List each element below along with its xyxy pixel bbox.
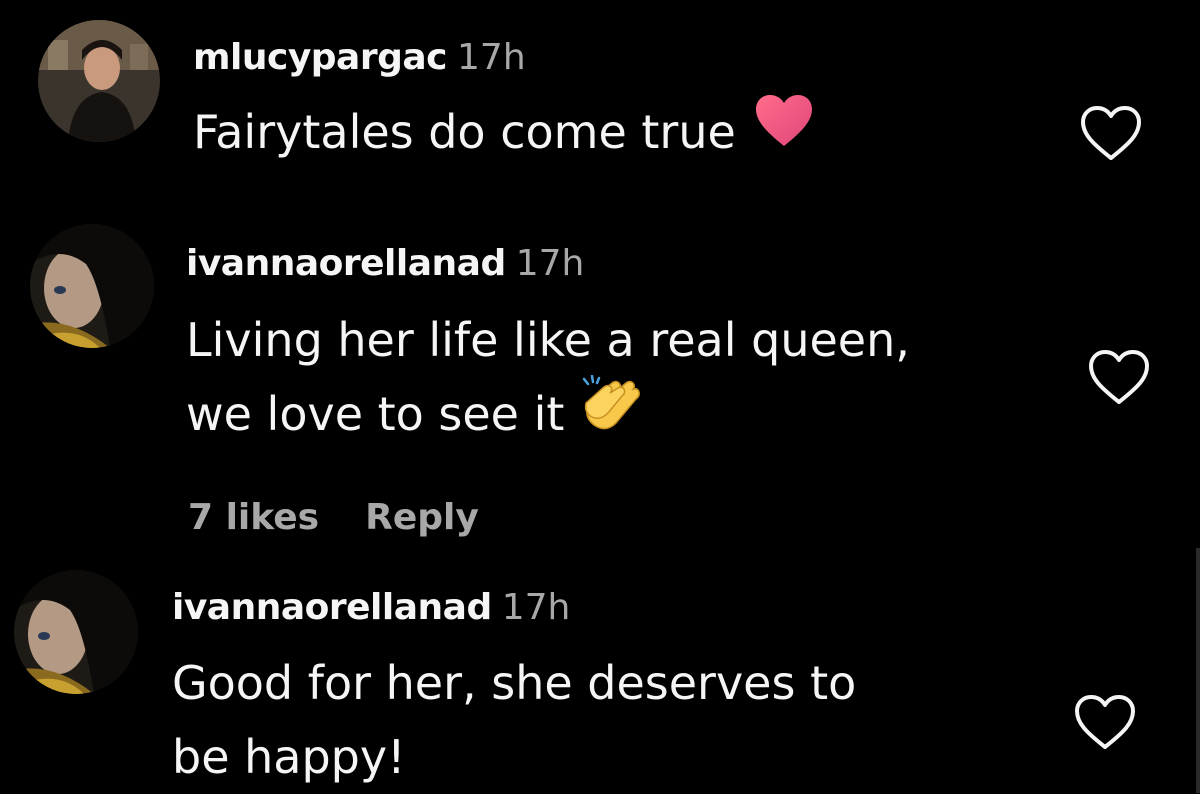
heart-outline-icon [1089,350,1149,404]
comment-text-line: we love to see it [186,387,565,441]
comment-item: mlucypargac 17h Fairytales do come true [0,0,1200,200]
scrollbar[interactable] [1196,548,1200,793]
comment-text: Good for her, she deserves to be happy! [172,646,856,794]
heart-outline-icon [1075,695,1135,749]
like-button[interactable] [1078,104,1144,164]
likes-count[interactable]: 7 likes [188,497,319,538]
comment-text-line: be happy! [172,730,406,784]
comment-text-line: Fairytales do come true [193,105,736,159]
comment-header: mlucypargac 17h [193,40,526,76]
comment-text: Fairytales do come true [193,95,814,173]
timestamp: 17h [457,37,526,78]
comment-text-line-wrap: we love to see it [186,374,910,456]
username-link[interactable]: ivannaorellanad [172,587,492,628]
reply-button[interactable]: Reply [365,497,479,538]
username-link[interactable]: ivannaorellanad [186,243,506,284]
comment-item: ivannaorellanad 17h Living her life like … [0,200,1200,550]
heart-emoji-icon [754,94,814,169]
heart-outline-icon [1081,106,1141,160]
avatar[interactable] [38,20,160,142]
like-button[interactable] [1072,693,1138,753]
avatar[interactable] [14,570,138,694]
comment-text-line: Living her life like a real queen, [186,313,910,367]
like-button[interactable] [1086,348,1152,408]
comment-actions: 7 likes Reply [188,500,479,536]
comment-text: Living her life like a real queen, we lo… [186,303,910,456]
comment-text-line: Good for her, she deserves to [172,656,857,710]
username-link[interactable]: mlucypargac [193,37,448,78]
avatar[interactable] [30,224,154,348]
comment-header: ivannaorellanad 17h [172,590,570,626]
comment-header: ivannaorellanad 17h [186,246,584,282]
timestamp: 17h [501,587,571,628]
comment-item: ivannaorellanad 17h Good for her, she des… [0,550,1200,793]
timestamp: 17h [515,243,585,284]
clapping-hands-emoji-icon [582,374,641,452]
